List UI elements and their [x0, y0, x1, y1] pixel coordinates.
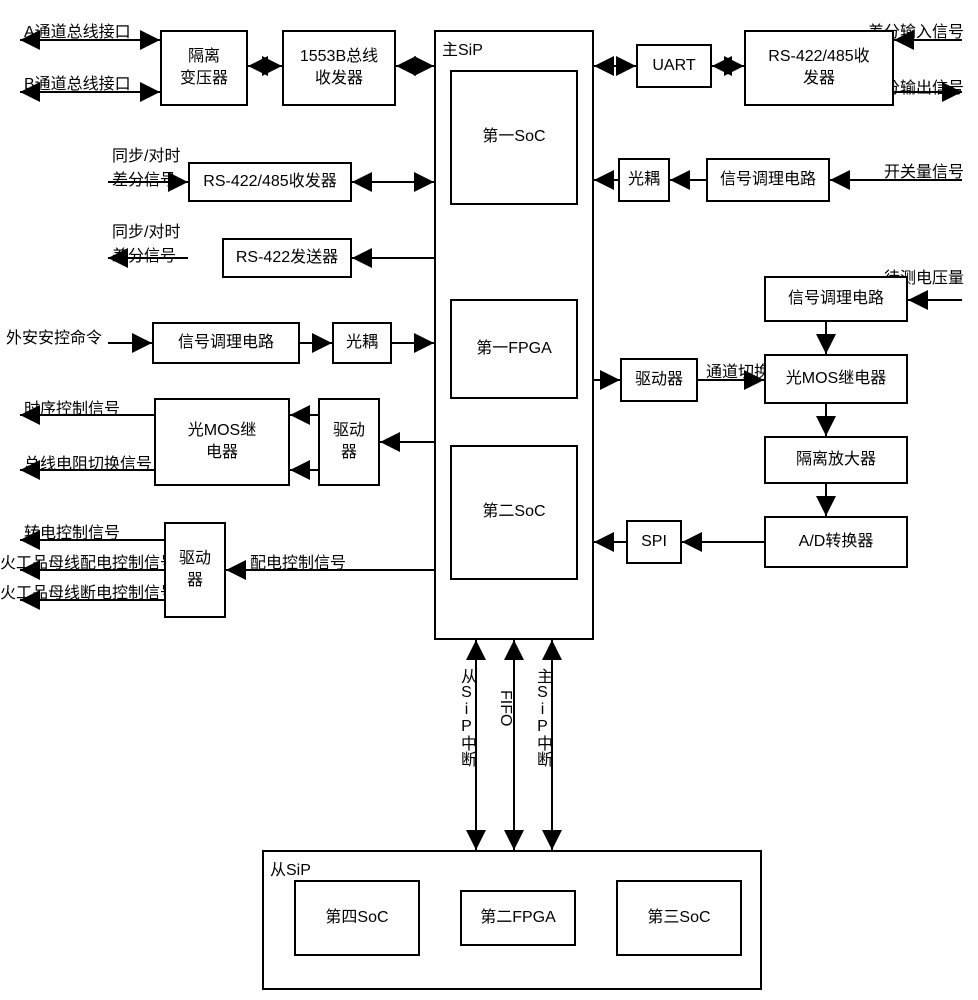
block-iso-amp: 隔离放大器: [764, 436, 908, 484]
block-fpga1: 第一FPGA: [450, 299, 578, 399]
block-rs422485-right: RS-422/485收 发器: [744, 30, 894, 106]
block-driver-left1: 驱动 器: [318, 398, 380, 486]
block-sig-cond-right2: 信号调理电路: [764, 276, 908, 322]
block-1553b: 1553B总线 收发器: [282, 30, 396, 106]
main-sip-title: 主SiP: [442, 36, 483, 60]
block-sig-cond-right1: 信号调理电路: [706, 158, 830, 202]
block-soc3: 第三SoC: [616, 880, 742, 956]
block-uart: UART: [636, 44, 712, 88]
block-driver-left2: 驱动 器: [164, 522, 226, 618]
block-adc: A/D转换器: [764, 516, 908, 568]
block-driver-right: 驱动器: [620, 358, 698, 402]
block-iso-transformer: 隔离 变压器: [160, 30, 248, 106]
label-fifo: FIFO: [496, 690, 514, 726]
block-opto-left: 光耦: [332, 322, 392, 364]
label-ext-safety: 外安安控命令: [6, 324, 102, 348]
label-pyro-off: 火工品母线断电控制信号: [0, 579, 176, 603]
label-b-channel: B通道总线接口: [24, 70, 131, 94]
block-spi: SPI: [626, 520, 682, 564]
label-sync-diff-2: 同步/对时 差分信号: [112, 218, 180, 266]
block-soc2: 第二SoC: [450, 445, 578, 580]
label-power-ctrl-internal: 配电控制信号: [250, 549, 346, 573]
label-sub-sip-int: 从SiP中断: [454, 668, 478, 767]
sub-sip-title: 从SiP: [270, 856, 311, 880]
block-opto-right: 光耦: [618, 158, 670, 202]
label-sync-diff-1: 同步/对时 差分信号: [112, 142, 180, 190]
label-channel-switch: 通道切换: [706, 358, 770, 382]
block-soc1: 第一SoC: [450, 70, 578, 205]
label-bus-res: 总线电阻切换信号: [24, 450, 152, 474]
label-power-switch: 转电控制信号: [24, 519, 120, 543]
label-switch-sig: 开关量信号: [884, 158, 964, 182]
label-pyro-on: 火工品母线配电控制信号: [0, 549, 176, 573]
block-soc4: 第四SoC: [294, 880, 420, 956]
block-sig-cond-left: 信号调理电路: [152, 322, 300, 364]
block-rs422485-left: RS-422/485收发器: [188, 162, 352, 202]
label-main-sip-int: 主SiP中断: [530, 668, 554, 767]
label-timing-ctrl: 时序控制信号: [24, 395, 120, 419]
block-rs422-tx: RS-422发送器: [222, 238, 352, 278]
label-a-channel: A通道总线接口: [24, 18, 131, 42]
block-fpga2: 第二FPGA: [460, 890, 576, 946]
block-optomos-right: 光MOS继电器: [764, 354, 908, 404]
block-optomos-left: 光MOS继 电器: [154, 398, 290, 486]
